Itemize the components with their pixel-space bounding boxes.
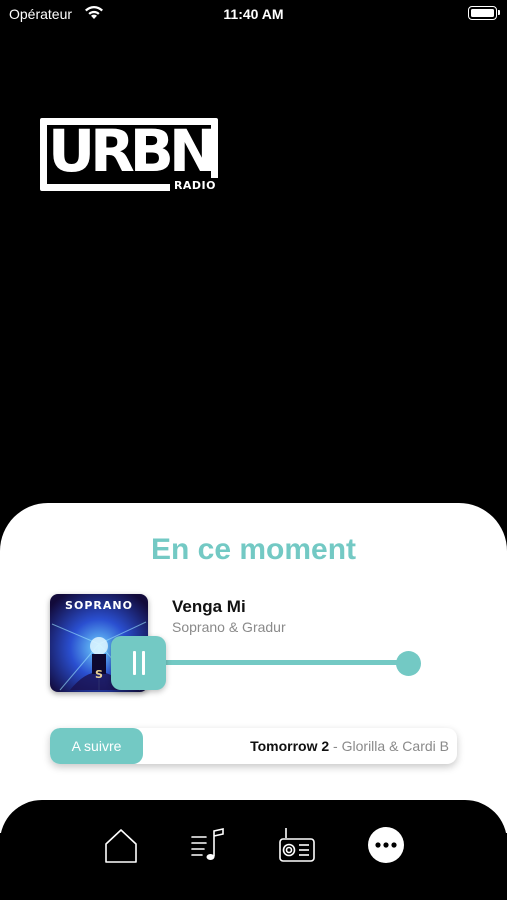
home-icon	[105, 829, 137, 863]
more-icon	[368, 827, 404, 863]
playlist-icon	[191, 828, 224, 860]
up-next-title: Tomorrow 2	[250, 738, 330, 754]
radio-icon	[279, 828, 315, 862]
urbn-radio-logo: URBN RADIO	[40, 117, 219, 192]
track-artist: Soprano & Gradur	[172, 619, 286, 635]
tab-radio[interactable]	[277, 825, 317, 865]
cover-text: SOPRANO	[65, 599, 133, 612]
up-next-separator: -	[329, 738, 342, 754]
progress-bar[interactable]	[160, 660, 410, 665]
up-next-label: A suivre	[50, 728, 143, 764]
tab-playlist[interactable]	[188, 825, 228, 865]
tab-bar	[0, 800, 507, 900]
tab-home[interactable]	[101, 825, 141, 865]
tab-more[interactable]	[366, 825, 406, 865]
up-next-track: Tomorrow 2 - Glorilla & Cardi B	[150, 728, 449, 764]
logo-subtext: RADIO	[169, 178, 219, 192]
logo-text: URBN	[48, 117, 218, 185]
section-title: En ce moment	[150, 533, 357, 566]
up-next-bar[interactable]: A suivre Tomorrow 2 - Glorilla & Cardi B	[50, 728, 457, 764]
play-pause-button[interactable]	[111, 636, 166, 690]
up-next-artist: Glorilla & Cardi B	[341, 738, 449, 754]
status-time: 11:40 AM	[223, 6, 284, 22]
progress-knob[interactable]	[396, 651, 421, 676]
track-title: Venga Mi	[172, 597, 246, 616]
battery-icon	[468, 6, 500, 20]
svg-text:S: S	[95, 668, 103, 681]
status-bar: Opérateur 11:40 AM	[0, 0, 507, 30]
pause-icon	[129, 651, 149, 675]
